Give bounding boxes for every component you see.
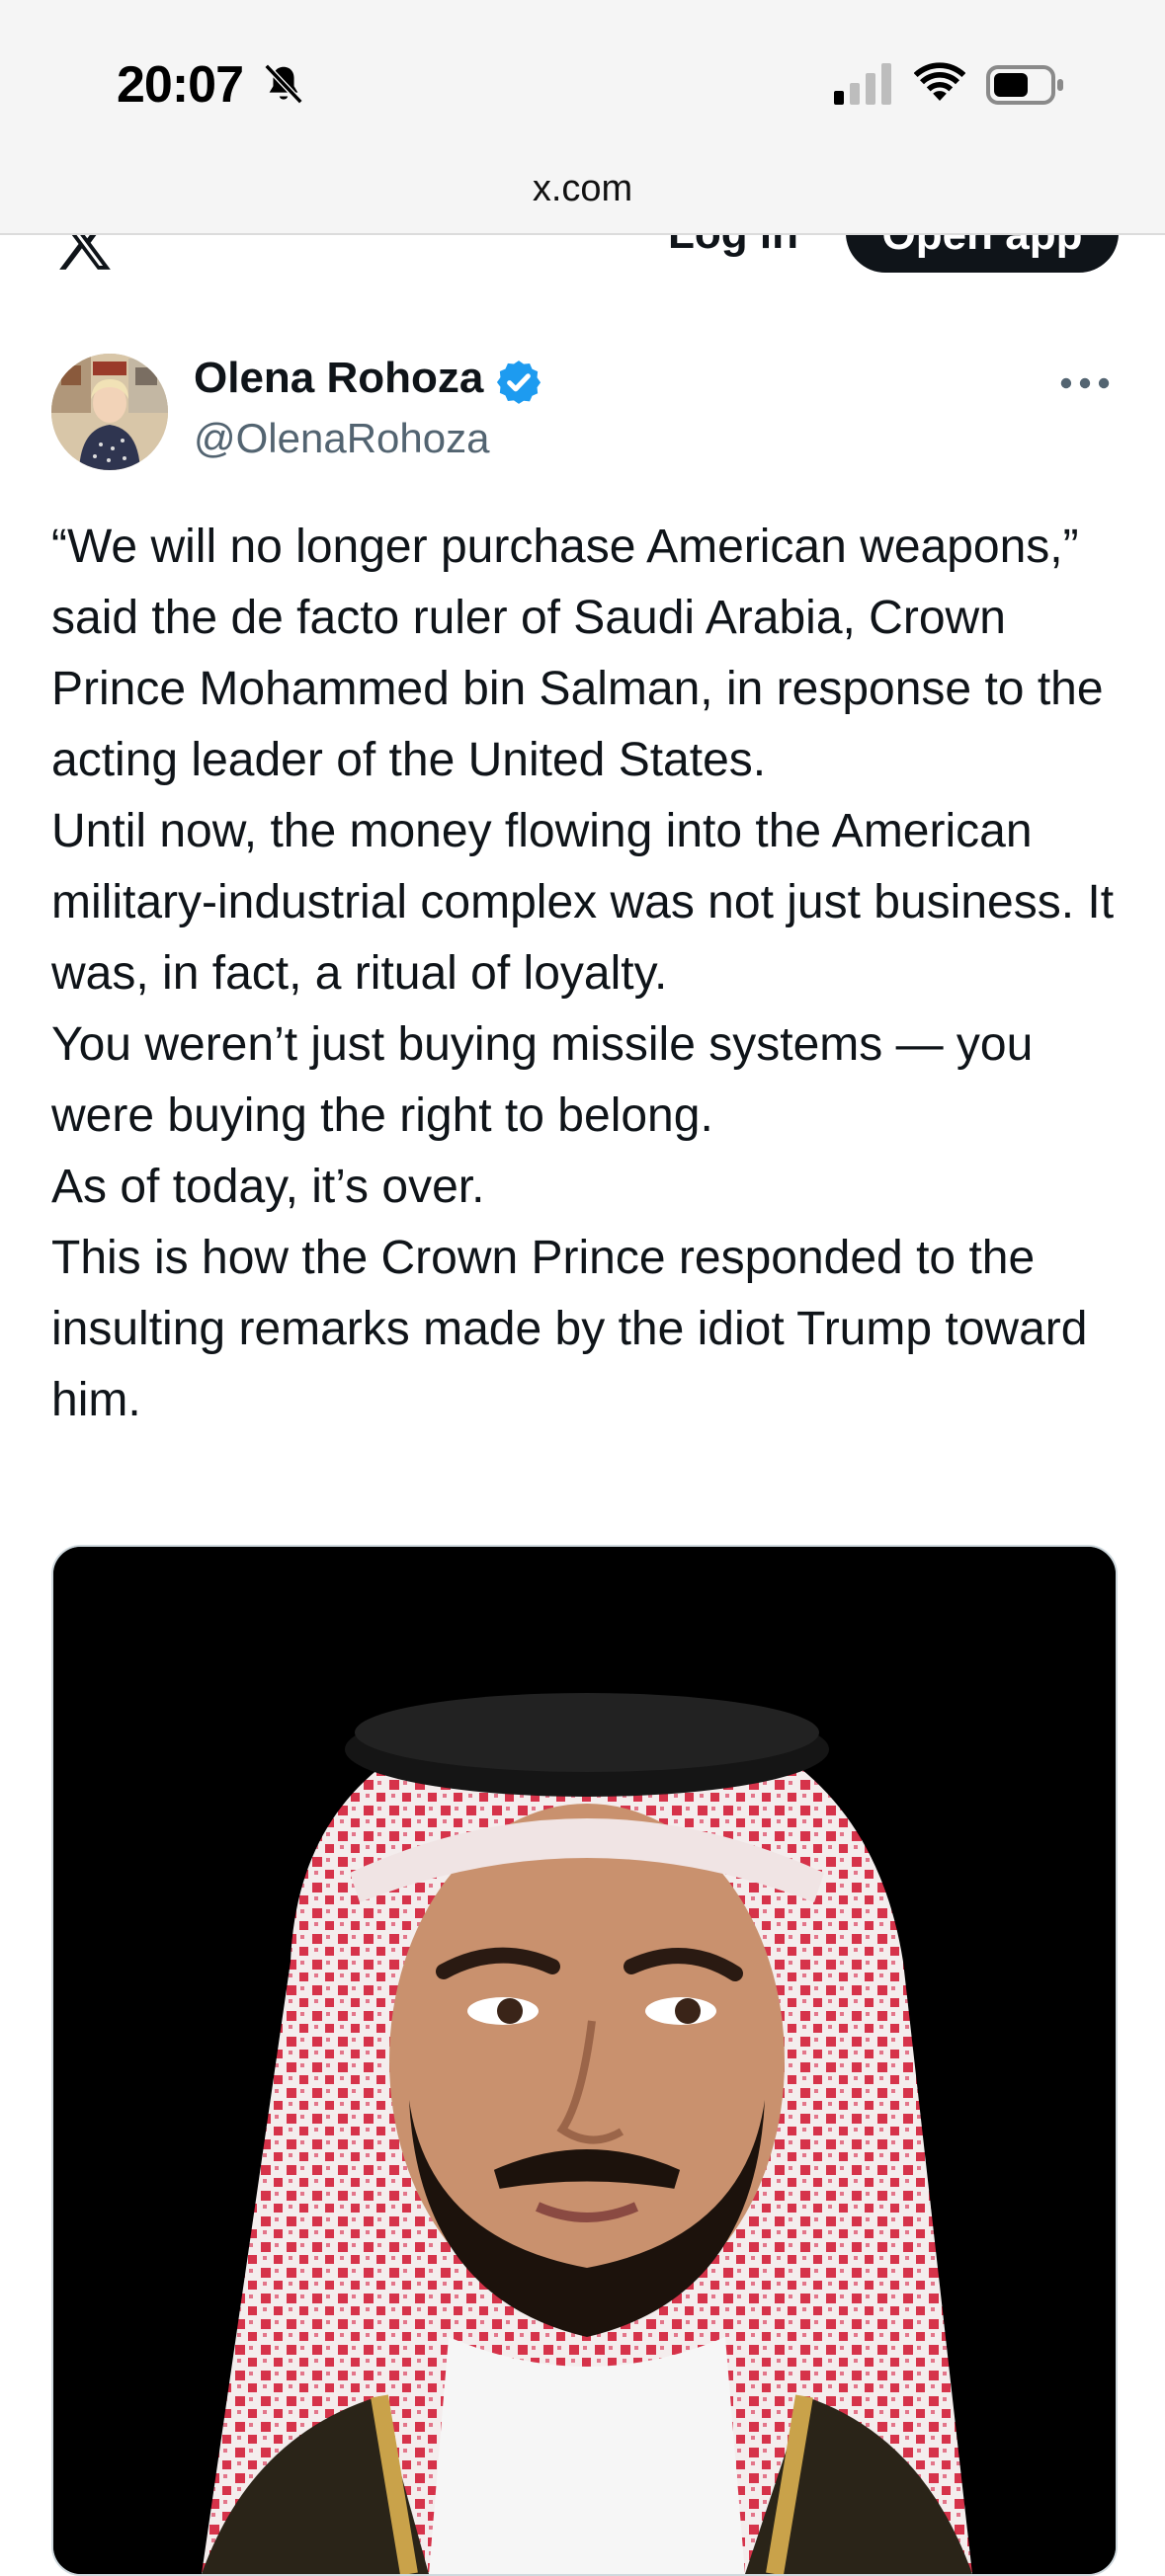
status-time: 20:07 bbox=[117, 56, 244, 114]
status-bar: 20:07 bbox=[0, 0, 1165, 158]
post-paragraph: This is how the Crown Prince responded t… bbox=[51, 1232, 1088, 1426]
post-paragraph: As of today, it’s over. bbox=[51, 1161, 485, 1213]
wifi-icon bbox=[914, 62, 965, 101]
more-icon[interactable] bbox=[1059, 365, 1111, 401]
post-text: “We will no longer purchase American wea… bbox=[51, 512, 1128, 1436]
post-paragraph: Until now, the money flowing into the Am… bbox=[51, 805, 1115, 1000]
avatar[interactable] bbox=[51, 354, 168, 470]
x-logo-icon[interactable] bbox=[51, 235, 119, 275]
cellular-signal-icon bbox=[834, 63, 891, 105]
post-paragraph: “We will no longer purchase American wea… bbox=[51, 521, 1104, 786]
top-navigation: Log in Open app bbox=[0, 235, 1165, 281]
post-paragraph: You weren’t just buying missile systems … bbox=[51, 1018, 1034, 1142]
url-text[interactable]: x.com bbox=[0, 168, 1165, 210]
verified-badge-icon bbox=[496, 361, 541, 404]
post-image[interactable] bbox=[51, 1545, 1118, 2576]
bell-slash-icon bbox=[264, 63, 303, 105]
login-button[interactable]: Log in bbox=[668, 235, 798, 259]
open-app-button[interactable]: Open app bbox=[846, 235, 1119, 273]
battery-icon bbox=[986, 65, 1063, 105]
author-handle[interactable]: @OlenaRohoza bbox=[194, 415, 489, 462]
author-name[interactable]: Olena Rohoza bbox=[194, 354, 483, 403]
